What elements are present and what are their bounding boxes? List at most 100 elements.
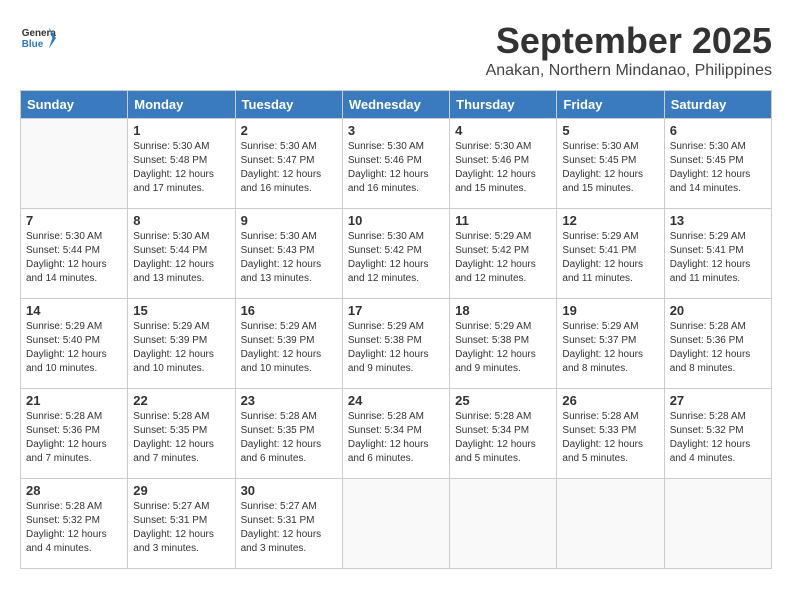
month-title: September 2025 bbox=[486, 20, 772, 62]
calendar-cell: 13 Sunrise: 5:29 AM Sunset: 5:41 PM Dayli… bbox=[664, 209, 771, 299]
calendar-cell: 2Sunrise: 5:30 AM Sunset: 5:47 PM Daylig… bbox=[235, 119, 342, 209]
calendar-cell: 19Sunrise: 5:29 AM Sunset: 5:37 PM Dayli… bbox=[557, 299, 664, 389]
svg-text:General: General bbox=[22, 28, 56, 39]
day-info: Sunrise: 5:27 AM Sunset: 5:31 PM Dayligh… bbox=[133, 500, 229, 556]
day-info: Sunrise: 5:30 AM Sunset: 5:48 PM Dayligh… bbox=[133, 140, 229, 196]
day-number: 5 bbox=[562, 123, 658, 138]
day-number: 13 bbox=[670, 213, 766, 228]
logo-icon: General Blue bbox=[20, 20, 56, 56]
day-info: Sunrise: 5:29 AM Sunset: 5:39 PM Dayligh… bbox=[133, 320, 229, 376]
day-number: 22 bbox=[133, 393, 229, 408]
calendar-cell: 10 Sunrise: 5:30 AM Sunset: 5:42 PM Dayli… bbox=[342, 209, 449, 299]
calendar-cell: 29 Sunrise: 5:27 AM Sunset: 5:31 PM Dayli… bbox=[128, 479, 235, 569]
day-number: 24 bbox=[348, 393, 444, 408]
day-info: Sunrise: 5:27 AM Sunset: 5:31 PM Dayligh… bbox=[241, 500, 337, 556]
calendar-cell: 8 Sunrise: 5:30 AM Sunset: 5:44 PM Daylig… bbox=[128, 209, 235, 299]
calendar-cell: 18 Sunrise: 5:29 AM Sunset: 5:38 PM Dayli… bbox=[450, 299, 557, 389]
day-info: Sunrise: 5:29 AM Sunset: 5:41 PM Dayligh… bbox=[670, 230, 766, 286]
day-number: 7 bbox=[26, 213, 122, 228]
day-info: Sunrise: 5:30 AM Sunset: 5:43 PM Dayligh… bbox=[241, 230, 337, 286]
day-number: 8 bbox=[133, 213, 229, 228]
logo: General Blue bbox=[20, 20, 56, 56]
day-info: Sunrise: 5:29 AM Sunset: 5:40 PM Dayligh… bbox=[26, 320, 122, 376]
calendar-cell: 9 Sunrise: 5:30 AM Sunset: 5:43 PM Daylig… bbox=[235, 209, 342, 299]
day-number: 30 bbox=[241, 483, 337, 498]
weekday-header-friday: Friday bbox=[557, 91, 664, 119]
calendar-cell: 17Sunrise: 5:29 AM Sunset: 5:38 PM Dayli… bbox=[342, 299, 449, 389]
day-number: 26 bbox=[562, 393, 658, 408]
calendar-cell bbox=[450, 479, 557, 569]
day-number: 14 bbox=[26, 303, 122, 318]
calendar-cell: 25Sunrise: 5:28 AM Sunset: 5:34 PM Dayli… bbox=[450, 389, 557, 479]
day-number: 25 bbox=[455, 393, 551, 408]
calendar-cell: 14 Sunrise: 5:29 AM Sunset: 5:40 PM Dayli… bbox=[21, 299, 128, 389]
day-number: 18 bbox=[455, 303, 551, 318]
weekday-header-row: SundayMondayTuesdayWednesdayThursdayFrid… bbox=[21, 91, 772, 119]
day-info: Sunrise: 5:28 AM Sunset: 5:35 PM Dayligh… bbox=[241, 410, 337, 466]
weekday-header-saturday: Saturday bbox=[664, 91, 771, 119]
calendar-cell: 21Sunrise: 5:28 AM Sunset: 5:36 PM Dayli… bbox=[21, 389, 128, 479]
week-row-5: 28 Sunrise: 5:28 AM Sunset: 5:32 PM Dayli… bbox=[21, 479, 772, 569]
day-number: 4 bbox=[455, 123, 551, 138]
calendar-cell: 6 Sunrise: 5:30 AM Sunset: 5:45 PM Daylig… bbox=[664, 119, 771, 209]
weekday-header-tuesday: Tuesday bbox=[235, 91, 342, 119]
calendar-cell: 27 Sunrise: 5:28 AM Sunset: 5:32 PM Dayli… bbox=[664, 389, 771, 479]
day-info: Sunrise: 5:30 AM Sunset: 5:45 PM Dayligh… bbox=[670, 140, 766, 196]
day-info: Sunrise: 5:29 AM Sunset: 5:38 PM Dayligh… bbox=[455, 320, 551, 376]
day-number: 19 bbox=[562, 303, 658, 318]
day-number: 27 bbox=[670, 393, 766, 408]
day-number: 9 bbox=[241, 213, 337, 228]
week-row-1: 1 Sunrise: 5:30 AM Sunset: 5:48 PM Daylig… bbox=[21, 119, 772, 209]
calendar-cell: 7 Sunrise: 5:30 AM Sunset: 5:44 PM Daylig… bbox=[21, 209, 128, 299]
calendar-cell: 12Sunrise: 5:29 AM Sunset: 5:41 PM Dayli… bbox=[557, 209, 664, 299]
calendar-cell: 20Sunrise: 5:28 AM Sunset: 5:36 PM Dayli… bbox=[664, 299, 771, 389]
header: General Blue September 2025 Anakan, Nort… bbox=[20, 20, 772, 80]
day-info: Sunrise: 5:30 AM Sunset: 5:45 PM Dayligh… bbox=[562, 140, 658, 196]
calendar-cell: 22Sunrise: 5:28 AM Sunset: 5:35 PM Dayli… bbox=[128, 389, 235, 479]
location-title: Anakan, Northern Mindanao, Philippines bbox=[486, 62, 772, 80]
calendar-cell: 28 Sunrise: 5:28 AM Sunset: 5:32 PM Dayli… bbox=[21, 479, 128, 569]
calendar-cell: 15 Sunrise: 5:29 AM Sunset: 5:39 PM Dayli… bbox=[128, 299, 235, 389]
day-info: Sunrise: 5:30 AM Sunset: 5:42 PM Dayligh… bbox=[348, 230, 444, 286]
weekday-header-sunday: Sunday bbox=[21, 91, 128, 119]
day-number: 3 bbox=[348, 123, 444, 138]
day-number: 28 bbox=[26, 483, 122, 498]
day-info: Sunrise: 5:28 AM Sunset: 5:32 PM Dayligh… bbox=[670, 410, 766, 466]
calendar-cell: 4Sunrise: 5:30 AM Sunset: 5:46 PM Daylig… bbox=[450, 119, 557, 209]
calendar-cell bbox=[664, 479, 771, 569]
calendar-cell: 30 Sunrise: 5:27 AM Sunset: 5:31 PM Dayli… bbox=[235, 479, 342, 569]
day-info: Sunrise: 5:29 AM Sunset: 5:39 PM Dayligh… bbox=[241, 320, 337, 376]
weekday-header-thursday: Thursday bbox=[450, 91, 557, 119]
calendar-cell: 3 Sunrise: 5:30 AM Sunset: 5:46 PM Daylig… bbox=[342, 119, 449, 209]
week-row-3: 14 Sunrise: 5:29 AM Sunset: 5:40 PM Dayli… bbox=[21, 299, 772, 389]
day-info: Sunrise: 5:28 AM Sunset: 5:36 PM Dayligh… bbox=[670, 320, 766, 376]
calendar-cell bbox=[557, 479, 664, 569]
day-number: 1 bbox=[133, 123, 229, 138]
day-number: 23 bbox=[241, 393, 337, 408]
calendar-cell: 24Sunrise: 5:28 AM Sunset: 5:34 PM Dayli… bbox=[342, 389, 449, 479]
day-info: Sunrise: 5:28 AM Sunset: 5:32 PM Dayligh… bbox=[26, 500, 122, 556]
day-info: Sunrise: 5:30 AM Sunset: 5:44 PM Dayligh… bbox=[133, 230, 229, 286]
day-number: 10 bbox=[348, 213, 444, 228]
day-number: 29 bbox=[133, 483, 229, 498]
week-row-4: 21Sunrise: 5:28 AM Sunset: 5:36 PM Dayli… bbox=[21, 389, 772, 479]
calendar-cell: 23 Sunrise: 5:28 AM Sunset: 5:35 PM Dayli… bbox=[235, 389, 342, 479]
day-info: Sunrise: 5:29 AM Sunset: 5:41 PM Dayligh… bbox=[562, 230, 658, 286]
calendar: SundayMondayTuesdayWednesdayThursdayFrid… bbox=[20, 90, 772, 569]
weekday-header-wednesday: Wednesday bbox=[342, 91, 449, 119]
title-area: September 2025 Anakan, Northern Mindanao… bbox=[486, 20, 772, 80]
day-info: Sunrise: 5:29 AM Sunset: 5:42 PM Dayligh… bbox=[455, 230, 551, 286]
calendar-cell: 11 Sunrise: 5:29 AM Sunset: 5:42 PM Dayli… bbox=[450, 209, 557, 299]
day-info: Sunrise: 5:30 AM Sunset: 5:44 PM Dayligh… bbox=[26, 230, 122, 286]
calendar-cell bbox=[21, 119, 128, 209]
day-number: 15 bbox=[133, 303, 229, 318]
day-number: 2 bbox=[241, 123, 337, 138]
calendar-cell: 26Sunrise: 5:28 AM Sunset: 5:33 PM Dayli… bbox=[557, 389, 664, 479]
day-number: 11 bbox=[455, 213, 551, 228]
day-number: 6 bbox=[670, 123, 766, 138]
svg-text:Blue: Blue bbox=[22, 39, 44, 50]
week-row-2: 7 Sunrise: 5:30 AM Sunset: 5:44 PM Daylig… bbox=[21, 209, 772, 299]
day-info: Sunrise: 5:30 AM Sunset: 5:46 PM Dayligh… bbox=[348, 140, 444, 196]
day-number: 16 bbox=[241, 303, 337, 318]
day-number: 17 bbox=[348, 303, 444, 318]
